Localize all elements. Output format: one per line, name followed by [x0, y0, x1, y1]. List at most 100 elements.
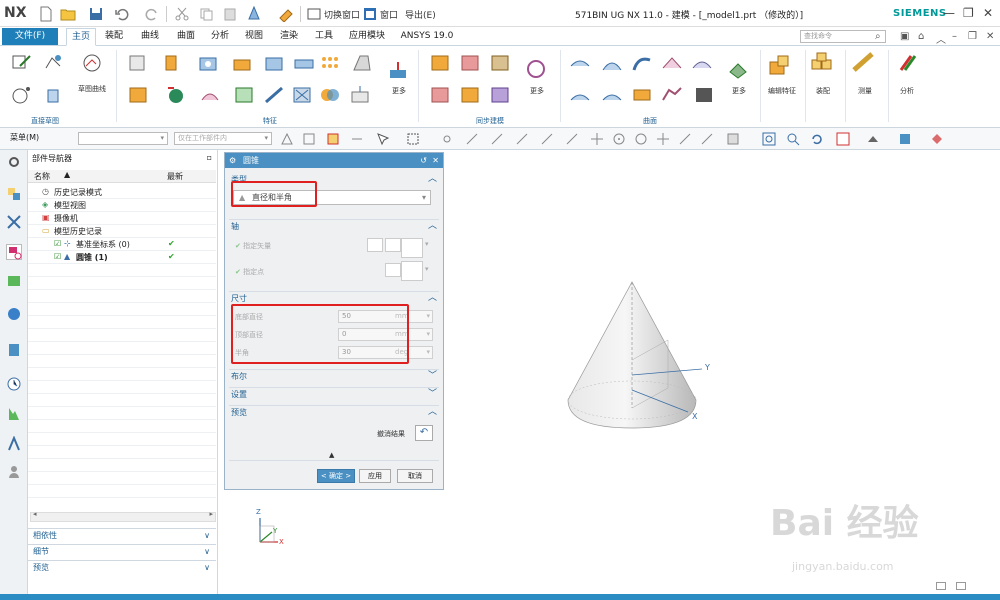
minimize-button[interactable]: — [943, 6, 955, 20]
collapse-ribbon-icon[interactable]: ︿ [936, 31, 946, 46]
edge-blend-icon[interactable] [198, 84, 222, 106]
main-menu-button[interactable]: 菜单(M) [10, 132, 39, 143]
reverse-direction-icon[interactable] [367, 238, 383, 252]
doc-minimize-button[interactable]: – [952, 31, 957, 42]
point-type-icon[interactable] [401, 261, 423, 281]
center-snap-icon[interactable] [612, 132, 626, 146]
switch-window-label[interactable]: 切换窗口 [324, 8, 360, 21]
sketch-point-icon[interactable] [42, 52, 66, 74]
navigator-row[interactable]: ☑ ⊹ 基准坐标系 (0) ✔ [28, 238, 216, 251]
trim-body-icon[interactable] [262, 84, 286, 106]
boss-icon[interactable] [230, 52, 254, 74]
new-file-icon[interactable] [38, 6, 54, 22]
panel-preview[interactable]: 预览 ∨ [28, 560, 216, 575]
edit-feature-icon[interactable] [768, 54, 798, 82]
tab-tools[interactable]: 工具 [310, 28, 338, 46]
sew-icon[interactable] [630, 84, 654, 106]
process-studio-icon[interactable] [6, 435, 22, 452]
navigator-row[interactable]: ☑ ▲ 圆锥 (1) ✔ [28, 251, 216, 264]
bounded-grid-icon[interactable] [726, 132, 740, 146]
snap-filter-icon[interactable] [280, 132, 294, 146]
point-snap-icon[interactable] [490, 132, 504, 146]
command-search-input[interactable]: 查找命令 [800, 30, 886, 43]
measure-icon[interactable] [852, 52, 882, 80]
navigator-row[interactable]: ▭ 模型历史记录 [28, 225, 216, 238]
panel-dependencies[interactable]: 相依性 ∨ [28, 528, 216, 543]
navigator-row[interactable]: ▣ 摄像机 [28, 212, 216, 225]
preview-section-header[interactable]: 预览 ︿ [229, 405, 439, 418]
block-icon[interactable] [126, 52, 150, 74]
draft-icon[interactable] [350, 52, 374, 74]
sync-more-label[interactable]: 更多 [522, 86, 552, 96]
tab-home[interactable]: 主页 [66, 28, 96, 46]
redo-icon[interactable] [144, 6, 160, 22]
paste-icon[interactable] [222, 6, 238, 22]
thicken-icon[interactable] [692, 84, 716, 106]
help-icon[interactable]: ▣ [900, 31, 909, 42]
fullscreen-icon[interactable] [956, 582, 966, 590]
maximize-button[interactable]: ❐ [963, 6, 974, 20]
copy-icon[interactable] [198, 6, 214, 22]
pattern-icon[interactable] [318, 52, 342, 74]
shell-icon[interactable] [126, 84, 150, 106]
status-icon[interactable] [936, 582, 946, 590]
sketch-icon[interactable] [10, 52, 34, 74]
edit-feature-label[interactable]: 编辑特征 [762, 86, 802, 96]
column-latest[interactable]: 最新 [167, 171, 183, 182]
replace-face-icon[interactable] [488, 52, 512, 74]
subtract-icon[interactable] [290, 84, 314, 106]
analysis-icon[interactable] [895, 52, 925, 80]
fit-view-icon[interactable] [762, 132, 776, 146]
ribbon-options-icon[interactable]: ⌂ [918, 31, 924, 42]
on-curve-snap-icon[interactable] [678, 132, 692, 146]
pocket-icon[interactable] [262, 52, 286, 74]
chevron-down-icon[interactable]: ▾ [425, 240, 429, 248]
tab-ansys[interactable]: ANSYS 19.0 [400, 28, 454, 46]
part-navigator-icon[interactable] [6, 244, 22, 260]
assembly-label[interactable]: 装配 [808, 86, 838, 96]
existing-point-snap-icon[interactable] [656, 132, 670, 146]
through-curves-icon[interactable] [568, 52, 592, 74]
reuse-library-icon[interactable] [6, 272, 22, 288]
apply-button[interactable]: 应用 [359, 469, 391, 483]
resize-blend-icon[interactable] [488, 84, 512, 106]
line-snap-icon[interactable] [540, 132, 554, 146]
bounded-plane-icon[interactable] [568, 84, 592, 106]
scope-dropdown[interactable]: 仅在工作部件内 ▾ [174, 132, 272, 145]
axis-section-header[interactable]: 轴 ︿ [229, 219, 439, 232]
web-browser-icon[interactable] [6, 342, 22, 358]
checkbox-icon[interactable]: ☑ [54, 252, 61, 261]
cone-feature-icon[interactable] [246, 5, 262, 22]
point-dialog-icon[interactable] [385, 263, 401, 277]
unite-icon[interactable] [164, 84, 188, 106]
trim-sheet-icon[interactable] [660, 84, 684, 106]
doc-close-button[interactable]: ✕ [986, 31, 994, 42]
intersect-icon[interactable] [318, 84, 342, 106]
slot-icon[interactable] [292, 52, 316, 74]
navigator-row[interactable]: ◷ 历史记录模式 [28, 186, 216, 199]
gear-icon[interactable] [6, 154, 22, 170]
gear-icon[interactable]: ⚙ [229, 153, 236, 168]
tangent-snap-icon[interactable] [565, 132, 579, 146]
more-feature-label[interactable]: 更多 [384, 86, 414, 96]
sync-more-icon[interactable] [524, 58, 548, 80]
sketch-curve-icon[interactable] [80, 52, 104, 74]
intersection-snap-icon[interactable] [590, 132, 604, 146]
circle-icon[interactable] [10, 84, 34, 106]
maximize-panel-icon[interactable]: ▫ [207, 153, 212, 162]
checkbox-icon[interactable]: ☑ [54, 239, 61, 248]
extrude-icon[interactable] [160, 52, 184, 74]
vector-dialog-icon[interactable] [385, 238, 401, 252]
hole-icon[interactable] [196, 52, 220, 74]
undo-result-button[interactable]: ↶ [415, 425, 433, 441]
ruled-icon[interactable] [600, 52, 624, 74]
vector-type-icon[interactable] [401, 238, 423, 258]
select-region-icon[interactable] [376, 132, 390, 146]
open-folder-icon[interactable] [60, 6, 76, 22]
tab-assembly[interactable]: 装配 [100, 28, 128, 46]
through-mesh-icon[interactable] [660, 52, 684, 74]
chevron-down-icon[interactable]: ▾ [425, 265, 429, 273]
tab-render[interactable]: 渲染 [275, 28, 303, 46]
sort-arrow-icon[interactable]: ▲ [64, 170, 70, 179]
history-icon[interactable] [6, 376, 22, 392]
